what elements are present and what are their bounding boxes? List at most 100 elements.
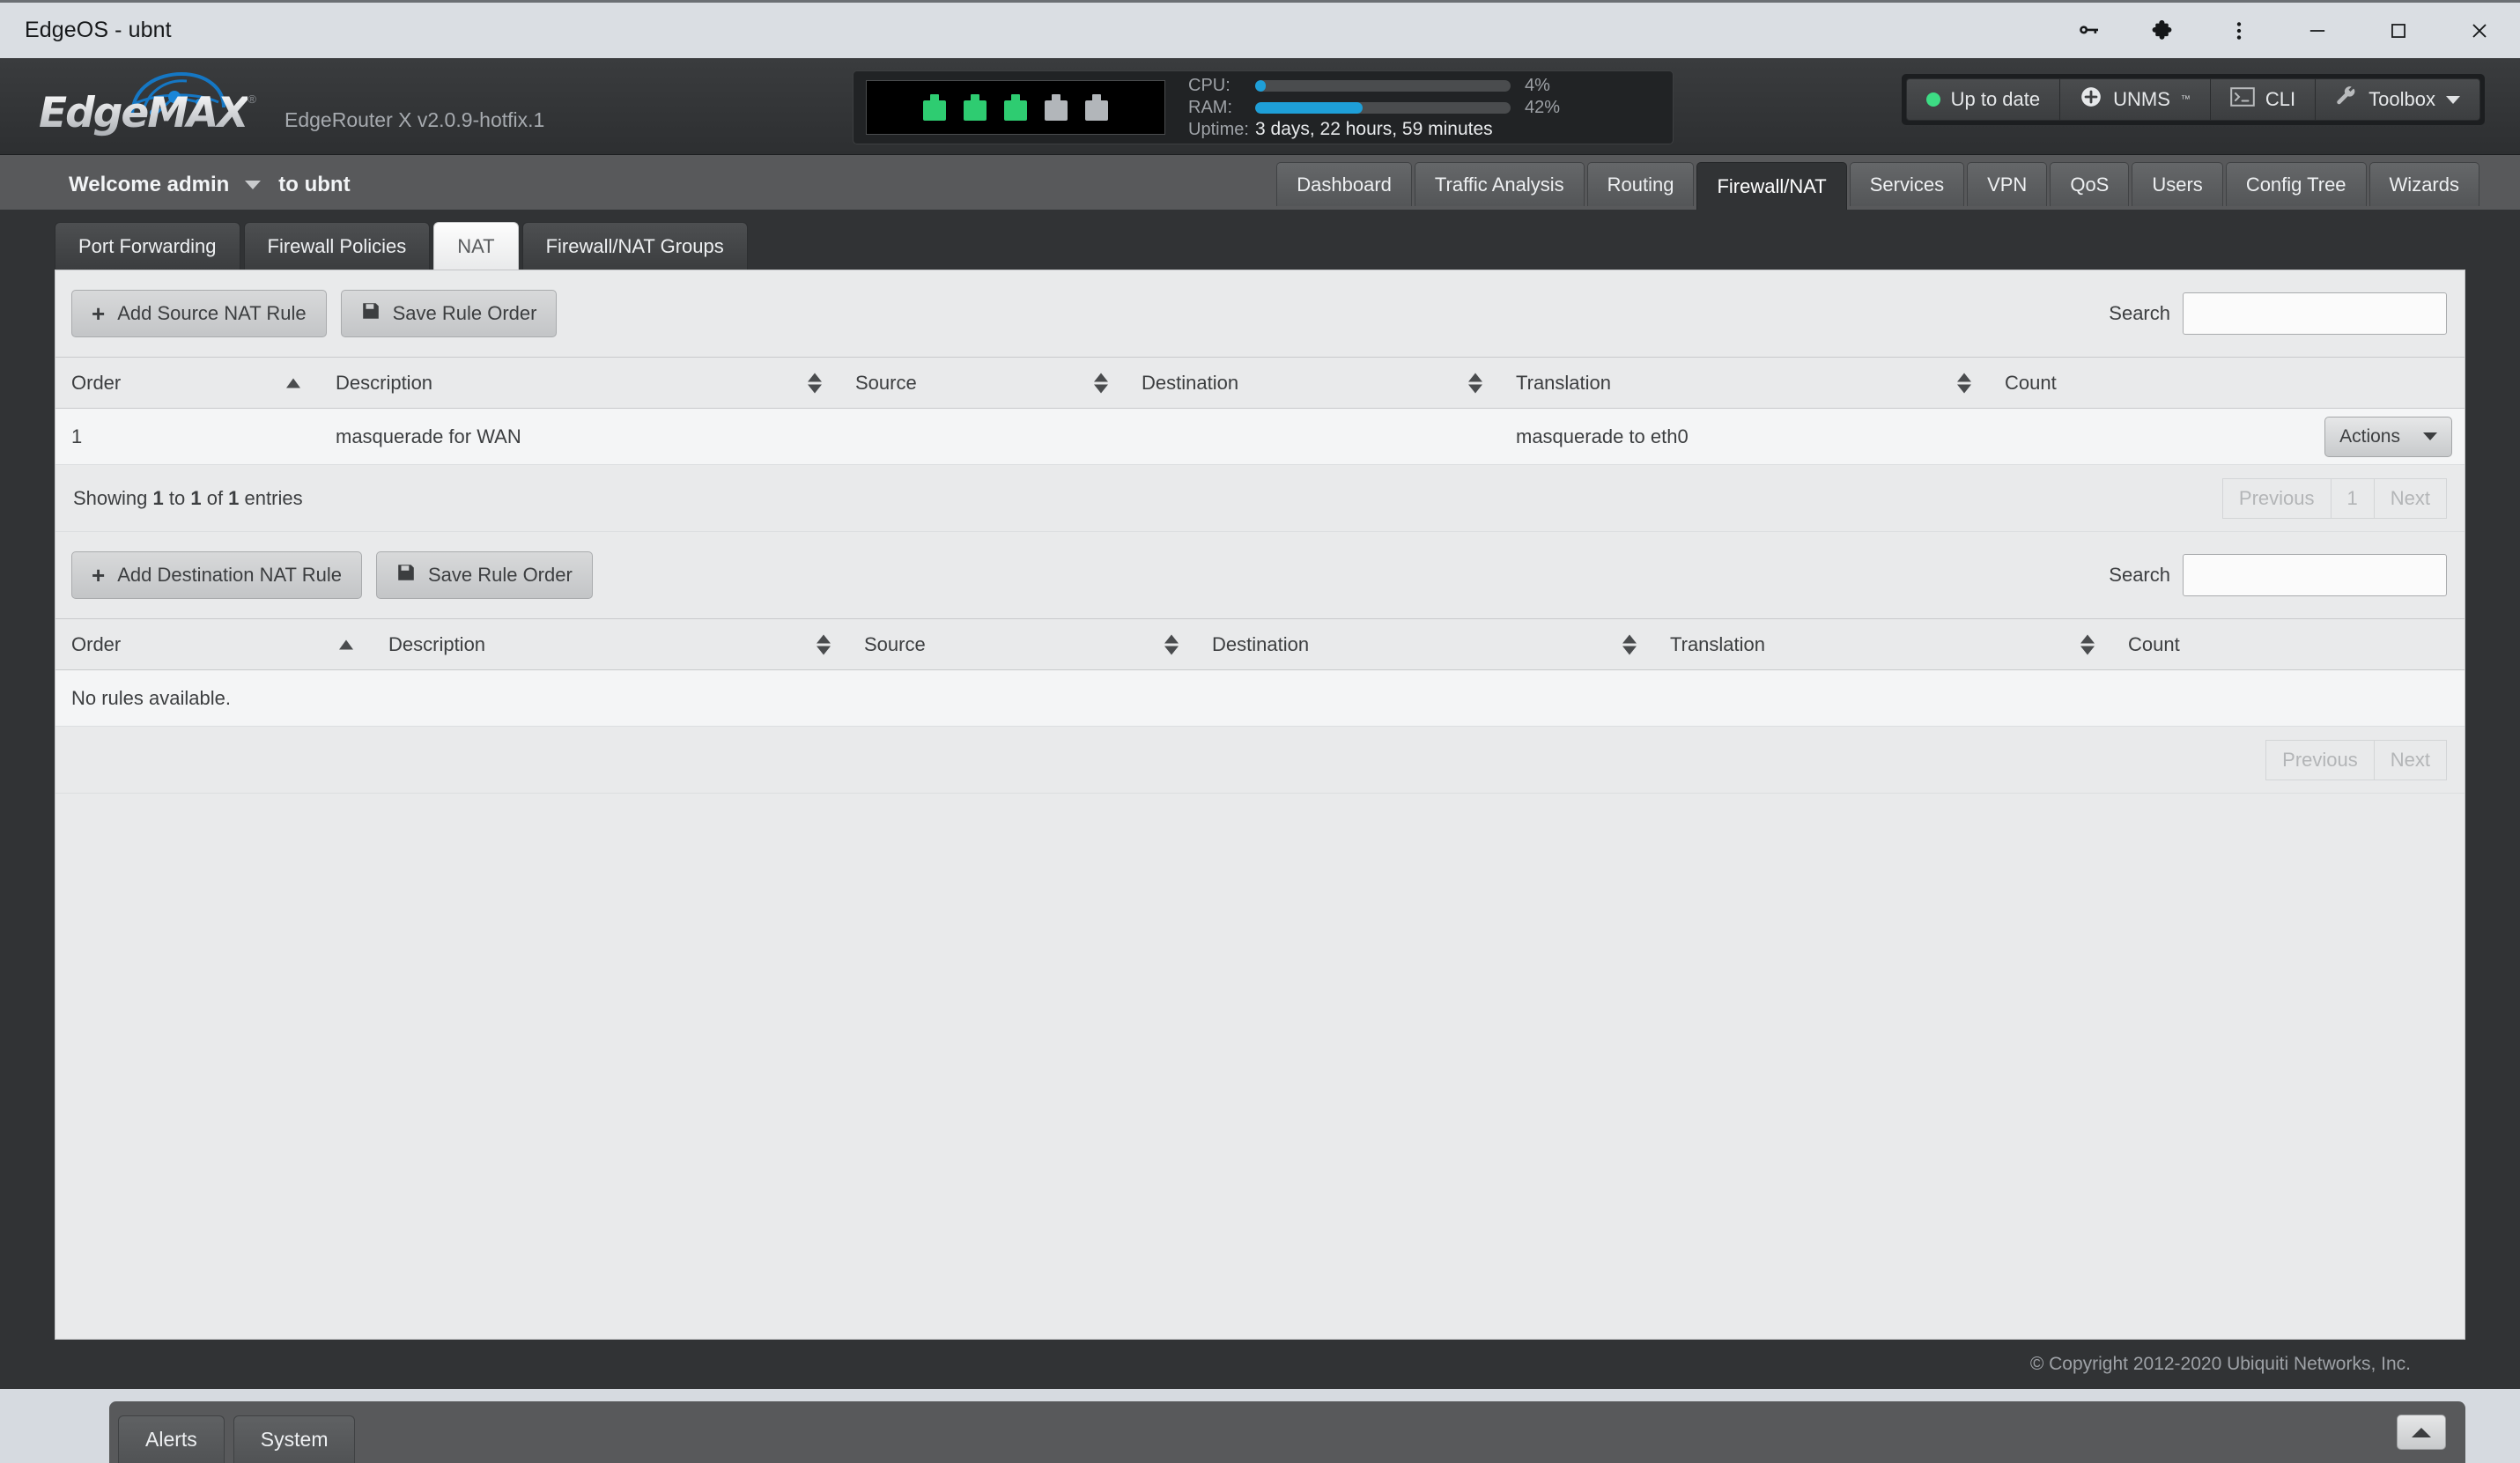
- subtab-port-forwarding[interactable]: Port Forwarding: [55, 222, 240, 270]
- browser-window-title: EdgeOS - ubnt: [25, 18, 172, 42]
- main-tab-qos[interactable]: QoS: [2050, 162, 2130, 206]
- password-key-icon[interactable]: [2050, 2, 2125, 60]
- main-tab-firewall-nat[interactable]: Firewall/NAT: [1696, 162, 1847, 210]
- column-label: Count: [2005, 371, 2057, 394]
- subtab-firewall-nat-groups[interactable]: Firewall/NAT Groups: [521, 222, 748, 270]
- destination-col-source[interactable]: Source: [848, 618, 1196, 670]
- subtab-nat[interactable]: NAT: [433, 222, 519, 270]
- dock-tab-alerts[interactable]: Alerts: [118, 1415, 225, 1463]
- source-col-description[interactable]: Description: [320, 357, 839, 409]
- destination-col-description[interactable]: Description: [373, 618, 848, 670]
- cell-description: masquerade for WAN: [320, 408, 839, 465]
- main-tab-routing[interactable]: Routing: [1586, 162, 1695, 206]
- edgeos-app: EdgeMAX ® EdgeRouter X v2.0.9-hotfix.1 C…: [0, 58, 2520, 1463]
- row-actions-button[interactable]: Actions: [2324, 416, 2452, 457]
- firewall-nat-subtabs: Port Forwarding Firewall Policies NAT Firew…: [55, 210, 2465, 270]
- add-source-nat-rule-button[interactable]: + Add Source NAT Rule: [71, 290, 327, 337]
- unms-button[interactable]: UNMS ™: [2060, 78, 2211, 121]
- plus-icon: +: [92, 300, 106, 327]
- port-indicator-1: [923, 94, 946, 121]
- source-nat-search-input[interactable]: [2183, 292, 2447, 335]
- dock-tab-label: Alerts: [145, 1428, 197, 1451]
- source-col-source[interactable]: Source: [839, 357, 1126, 409]
- save-destination-rule-order-button[interactable]: Save Rule Order: [375, 551, 593, 599]
- main-tab-vpn[interactable]: VPN: [1967, 162, 2048, 206]
- unms-label: UNMS: [2113, 88, 2170, 110]
- column-label: Order: [71, 632, 122, 655]
- status-dot-icon: [1925, 92, 1940, 107]
- source-col-order[interactable]: Order: [55, 357, 320, 409]
- destination-nat-table-body: No rules available.: [55, 669, 2465, 727]
- copyright-bar: © Copyright 2012-2020 Ubiquiti Networks,…: [55, 1340, 2465, 1389]
- cpu-stat-row: CPU: 4%: [1188, 76, 1579, 95]
- sort-ascending-icon: [286, 378, 300, 388]
- device-name-label: to ubnt: [278, 173, 351, 196]
- subtab-label: NAT: [457, 234, 495, 257]
- column-label: Destination: [1142, 371, 1239, 394]
- source-col-destination[interactable]: Destination: [1126, 357, 1500, 409]
- destination-col-destination[interactable]: Destination: [1196, 618, 1654, 670]
- uptime-stat-row: Uptime: 3 days, 22 hours, 59 minutes: [1188, 119, 1579, 139]
- main-tab-users[interactable]: Users: [2132, 162, 2223, 206]
- source-page-previous[interactable]: Previous: [2221, 477, 2331, 519]
- cell-source: [839, 408, 1126, 465]
- cli-button[interactable]: CLI: [2210, 78, 2317, 121]
- destination-col-translation[interactable]: Translation: [1654, 618, 2112, 670]
- close-icon[interactable]: [2439, 2, 2520, 60]
- save-source-rule-order-button[interactable]: Save Rule Order: [340, 290, 558, 337]
- add-destination-nat-rule-label: Add Destination NAT Rule: [117, 564, 342, 586]
- column-label: Source: [864, 632, 926, 655]
- destination-col-order[interactable]: Order: [55, 618, 373, 670]
- destination-nat-search-input[interactable]: [2183, 554, 2447, 596]
- destination-col-count[interactable]: Count: [2112, 618, 2465, 670]
- port-indicator-3: [1004, 94, 1027, 121]
- cell-count: Actions: [1989, 408, 2465, 465]
- main-tab-services[interactable]: Services: [1849, 162, 1965, 206]
- source-col-count[interactable]: Count: [1989, 357, 2465, 409]
- ram-label: RAM:: [1188, 97, 1232, 117]
- maximize-icon[interactable]: [2358, 2, 2439, 60]
- bottom-dock: Alerts System: [0, 1389, 2520, 1463]
- main-tab-label: Routing: [1607, 173, 1674, 196]
- dock-tab-label: System: [260, 1428, 329, 1451]
- showing-suffix: entries: [239, 486, 303, 509]
- user-menu[interactable]: Welcome admin: [69, 173, 262, 197]
- source-col-translation[interactable]: Translation: [1500, 357, 1989, 409]
- puzzle-icon[interactable]: [2125, 2, 2201, 60]
- source-nat-pagination: Previous 1 Next: [2221, 477, 2447, 519]
- kebab-menu-icon[interactable]: [2201, 2, 2277, 60]
- main-navigation: Welcome admin to ubnt Dashboard Traffic A…: [0, 155, 2520, 210]
- collapse-panel-button[interactable]: [2397, 1415, 2446, 1450]
- add-source-nat-rule-label: Add Source NAT Rule: [117, 302, 307, 324]
- main-tab-label: Firewall/NAT: [1717, 174, 1827, 197]
- save-destination-rule-order-label: Save Rule Order: [427, 564, 573, 586]
- registered-mark: ®: [248, 92, 256, 106]
- table-row[interactable]: 1 masquerade for WAN masquerade to eth0 Act…: [55, 408, 2465, 465]
- source-page-next[interactable]: Next: [2373, 477, 2447, 519]
- destination-nat-table-head: Order Description Source Destination Transla…: [55, 618, 2465, 670]
- sort-toggle-icon: [1622, 634, 1637, 654]
- minimize-icon[interactable]: [2277, 2, 2358, 60]
- destination-page-next[interactable]: Next: [2373, 739, 2447, 780]
- main-tab-config-tree[interactable]: Config Tree: [2225, 162, 2367, 206]
- destination-page-previous[interactable]: Previous: [2265, 739, 2374, 780]
- showing-mid1: to: [163, 486, 191, 509]
- port-indicator-2: [964, 94, 987, 121]
- main-tab-dashboard[interactable]: Dashboard: [1276, 162, 1412, 206]
- add-destination-nat-rule-button[interactable]: + Add Destination NAT Rule: [71, 551, 362, 599]
- up-to-date-button[interactable]: Up to date: [1905, 78, 2061, 121]
- ram-stat-row: RAM: 42%: [1188, 98, 1579, 117]
- source-nat-table: Order Description Source Destination Transla…: [55, 357, 2465, 465]
- sort-toggle-icon: [1957, 373, 1971, 393]
- main-tab-traffic-analysis[interactable]: Traffic Analysis: [1414, 162, 1585, 206]
- save-source-rule-order-label: Save Rule Order: [392, 302, 537, 324]
- ram-meter: [1255, 101, 1511, 114]
- sort-ascending-icon: [339, 639, 353, 649]
- main-tab-wizards[interactable]: Wizards: [2369, 162, 2479, 206]
- subtab-firewall-policies[interactable]: Firewall Policies: [243, 222, 431, 270]
- dock-tab-system[interactable]: System: [233, 1415, 356, 1463]
- toolbox-button[interactable]: Toolbox: [2316, 78, 2480, 121]
- edgemax-wordmark: EdgeMAX: [39, 88, 249, 137]
- source-page-1[interactable]: 1: [2330, 477, 2374, 519]
- main-tab-label: VPN: [1987, 173, 2028, 196]
